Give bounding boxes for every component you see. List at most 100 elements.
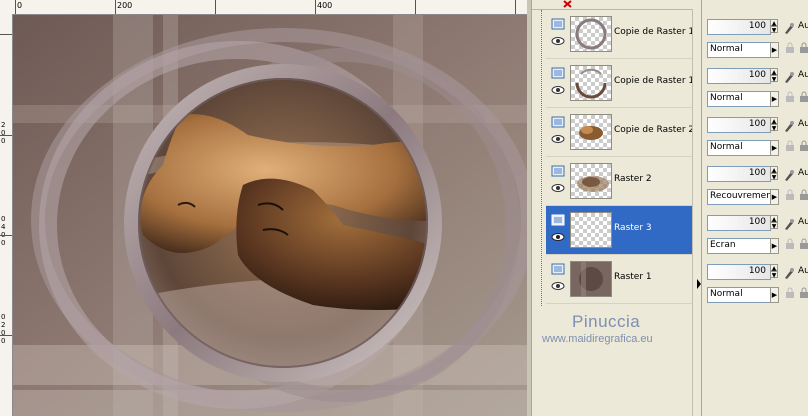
blend-mode-value: Écran [710, 240, 736, 250]
opacity-value: 100 [748, 119, 766, 129]
ruler-label: 0 [1, 337, 6, 345]
opacity-value: 100 [748, 266, 766, 276]
brush-icon[interactable] [782, 266, 796, 280]
opacity-field[interactable]: 100 [707, 19, 771, 35]
au-label: Au [798, 266, 808, 276]
blend-mode-value: Normal [710, 44, 743, 54]
lock-icon[interactable] [784, 91, 796, 103]
opacity-stepper[interactable]: ▲ ▼ [770, 264, 778, 280]
au-label: Au [798, 217, 808, 227]
lock-transparency-icon[interactable] [798, 42, 808, 54]
lock-icon[interactable] [784, 42, 796, 54]
layers-toolbar [532, 0, 702, 10]
layer-row-selected[interactable]: Raster 3 [546, 206, 692, 255]
raster-layer-icon [551, 263, 565, 275]
opacity-stepper[interactable]: ▲ ▼ [770, 215, 778, 231]
layer-properties-row: 100 ▲ ▼ Au Normal ▶ [702, 54, 808, 107]
layer-thumbnail [570, 163, 612, 199]
raster-layer-icon [551, 165, 565, 177]
visibility-eye-icon[interactable] [551, 183, 565, 193]
watermark-url: www.maidiregrafica.eu [542, 333, 653, 345]
brush-icon[interactable] [782, 70, 796, 84]
opacity-value: 100 [748, 217, 766, 227]
ruler-label: 400 [317, 1, 333, 10]
opacity-stepper[interactable]: ▲ ▼ [770, 68, 778, 84]
opacity-value: 100 [748, 168, 766, 178]
brush-icon[interactable] [782, 168, 796, 182]
lock-icon[interactable] [784, 238, 796, 250]
opacity-value: 100 [748, 70, 766, 80]
layer-row[interactable]: Raster 1 [546, 255, 692, 304]
raster-layer-icon [551, 214, 565, 226]
ruler-label: 4 [1, 223, 6, 231]
blend-mode-select[interactable]: Normal [707, 287, 771, 303]
ruler-label: 2 [1, 121, 6, 129]
layer-thumbnail [570, 65, 612, 101]
ruler-label: 0 [1, 239, 6, 247]
ruler-label: 0 [1, 215, 6, 223]
visibility-eye-icon[interactable] [551, 134, 565, 144]
vertical-ruler: 2 0 0 0 4 0 0 0 2 0 0 [0, 14, 13, 416]
lock-icon[interactable] [784, 189, 796, 201]
visibility-eye-icon[interactable] [551, 281, 565, 291]
layer-row[interactable]: Copie de Raster 1 [546, 59, 695, 108]
ruler-label: 0 [1, 137, 6, 145]
layer-properties-row: 100 ▲ ▼ Au Normal ▶ [702, 5, 808, 58]
lock-icon[interactable] [784, 140, 796, 152]
layer-row[interactable]: Raster 2 [546, 157, 692, 206]
brush-icon[interactable] [782, 217, 796, 231]
opacity-stepper[interactable]: ▲ ▼ [770, 117, 778, 133]
brush-icon[interactable] [782, 119, 796, 133]
layer-properties-row: 100 ▲ ▼ Au Normal ▶ [702, 250, 808, 303]
layer-name: Copie de Raster 2 [614, 125, 695, 135]
ruler-label: 0 [17, 1, 23, 10]
au-label: Au [798, 168, 808, 178]
layer-thumbnail [570, 114, 612, 150]
lock-transparency-icon[interactable] [798, 189, 808, 201]
opacity-stepper[interactable]: ▲ ▼ [770, 166, 778, 182]
visibility-eye-icon[interactable] [551, 36, 565, 46]
au-label: Au [798, 119, 808, 129]
layer-thumbnail [570, 261, 612, 297]
opacity-field[interactable]: 100 [707, 215, 771, 231]
ruler-label: 0 [1, 313, 6, 321]
layer-tree-line [541, 10, 543, 306]
blend-mode-value: Recouvrement [710, 191, 770, 201]
blend-mode-value: Normal [710, 289, 743, 299]
layer-name: Copie de Raster 1 [614, 76, 695, 86]
blend-mode-value: Normal [710, 142, 743, 152]
ruler-label: 2 [1, 321, 6, 329]
layer-name: Raster 3 [614, 223, 652, 233]
brush-icon[interactable] [782, 21, 796, 35]
opacity-field[interactable]: 100 [707, 117, 771, 133]
lock-transparency-icon[interactable] [798, 91, 808, 103]
lock-transparency-icon[interactable] [798, 140, 808, 152]
layer-name: Copie de Raster 1 [614, 27, 695, 37]
lock-icon[interactable] [784, 287, 796, 299]
horizontal-ruler: 0 200 400 [12, 0, 531, 15]
layer-row[interactable]: Copie de Raster 2 [546, 108, 695, 157]
layer-thumbnail [570, 212, 612, 248]
opacity-field[interactable]: 100 [707, 68, 771, 84]
layer-name: Raster 2 [614, 174, 652, 184]
au-label: Au [798, 70, 808, 80]
layers-panel: Copie de Raster 1 Copie de Raster 1 Copi… [531, 0, 703, 416]
layer-name: Raster 1 [614, 272, 652, 282]
opacity-value: 100 [748, 21, 766, 31]
layer-row[interactable]: Copie de Raster 1 [546, 10, 695, 59]
lock-transparency-icon[interactable] [798, 287, 808, 299]
layer-properties-row: 100 ▲ ▼ Au Normal ▶ [702, 103, 808, 156]
lock-transparency-icon[interactable] [798, 238, 808, 250]
layer-thumbnail [570, 16, 612, 52]
blend-dropdown-button[interactable]: ▶ [770, 287, 779, 303]
artwork-canvas[interactable] [13, 15, 527, 416]
layer-properties-row: 100 ▲ ▼ Au Recouvrement ▶ [702, 152, 808, 205]
delete-layer-icon[interactable] [562, 0, 574, 8]
visibility-eye-icon[interactable] [551, 85, 565, 95]
visibility-eye-icon[interactable] [551, 232, 565, 242]
canvas-area[interactable]: 0 200 400 2 0 0 0 4 0 0 0 2 0 0 [0, 0, 531, 416]
opacity-field[interactable]: 100 [707, 264, 771, 280]
opacity-stepper[interactable]: ▲ ▼ [770, 19, 778, 35]
opacity-field[interactable]: 100 [707, 166, 771, 182]
watermark-name: Pinuccia [572, 312, 641, 331]
